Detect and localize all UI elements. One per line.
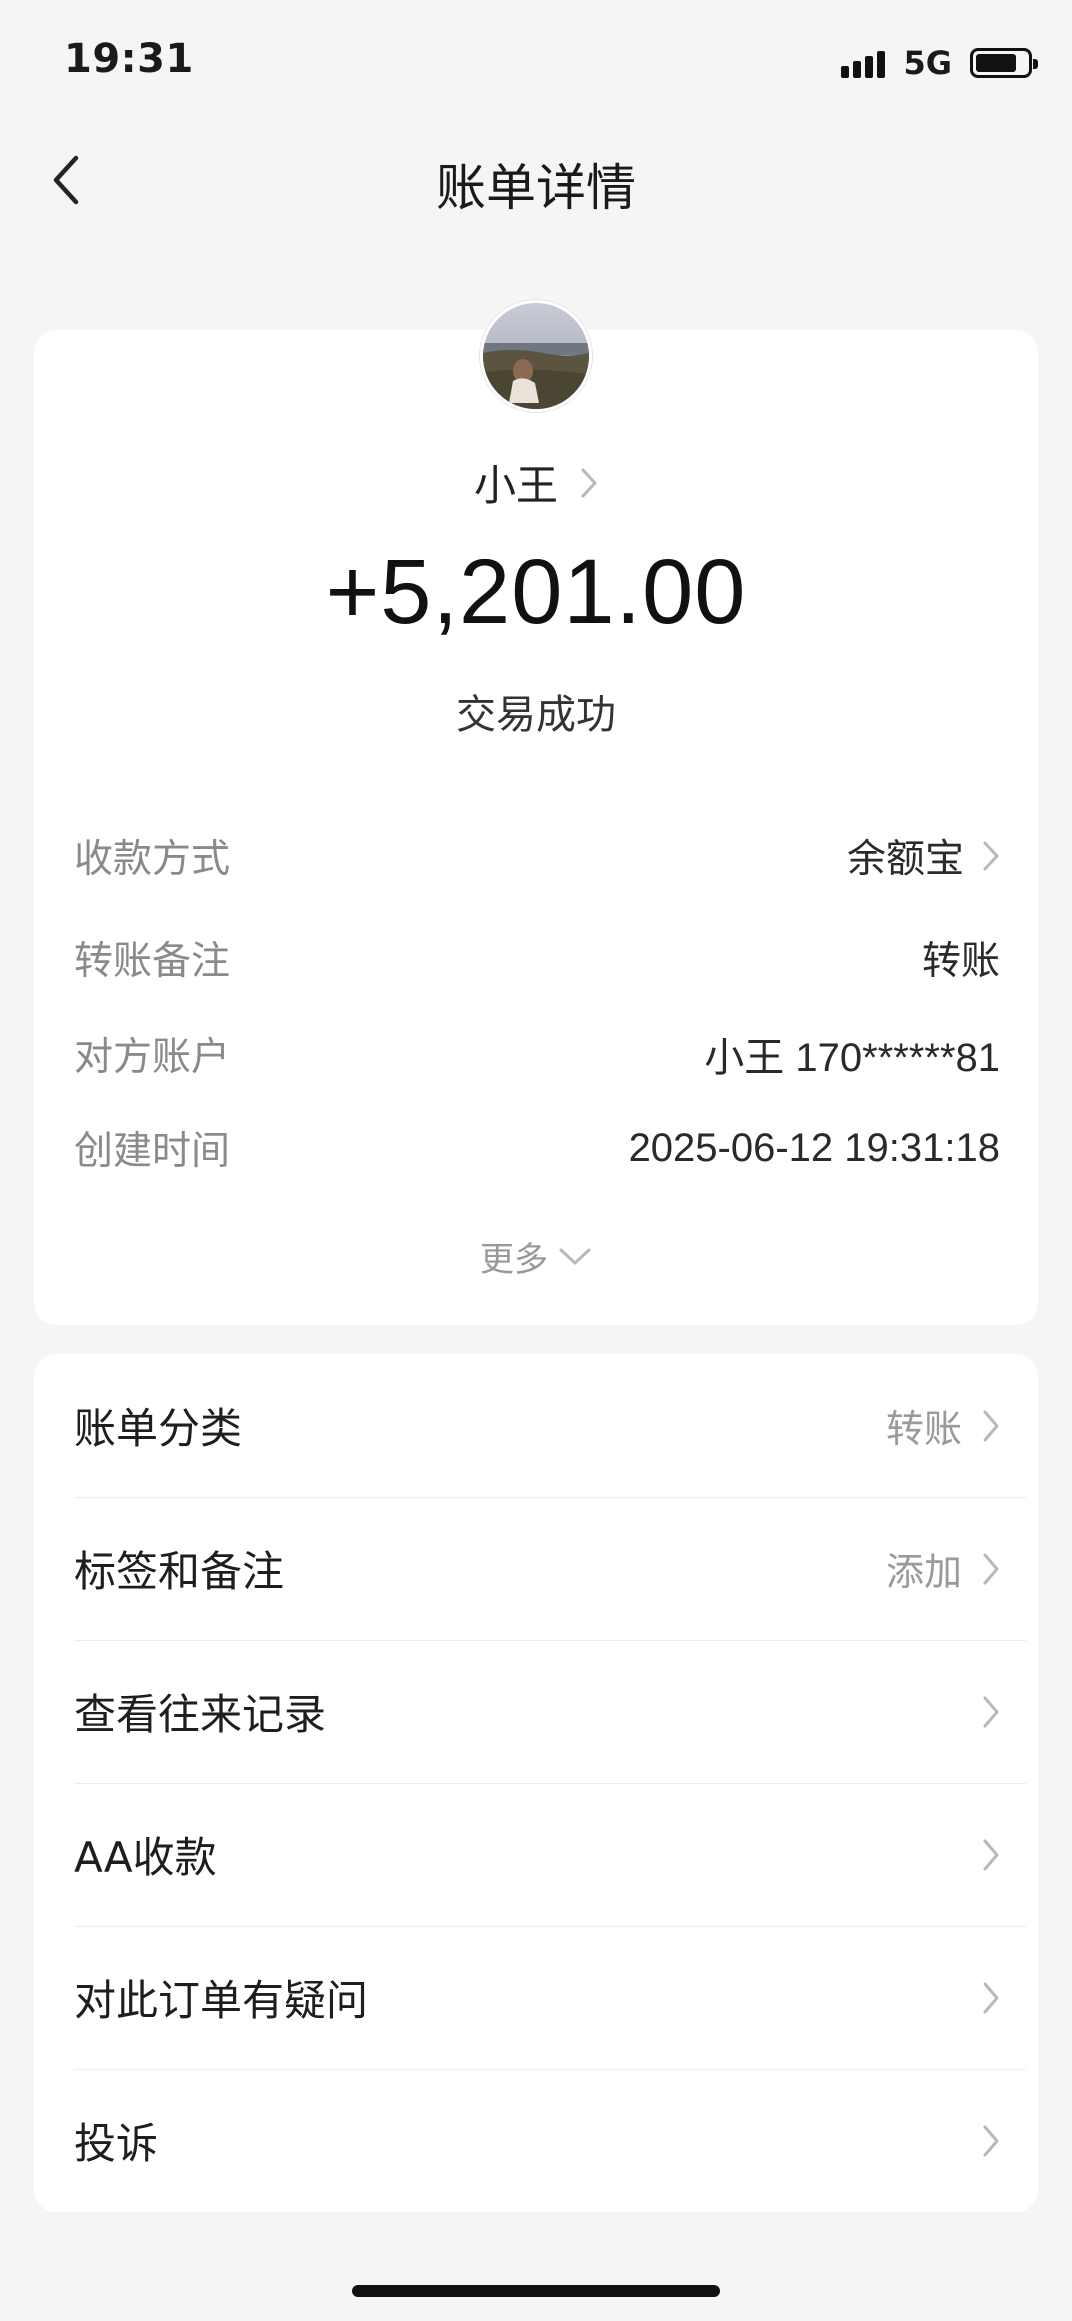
menu-item-transaction-history[interactable]: 查看往来记录 [34,1640,1038,1783]
more-label: 更多 [480,1240,548,1280]
transaction-status: 交易成功 [456,692,616,738]
home-indicator[interactable] [352,2285,720,2297]
chevron-right-icon [983,1839,999,1870]
menu-item-aa-collect[interactable]: AA收款 [34,1783,1038,1926]
chevron-right-icon [983,1553,999,1584]
menu-item-label: 标签和备注 [74,1547,285,1596]
menu-item-complaint[interactable]: 投诉 [34,2069,1038,2212]
menu-item-label: 账单分类 [74,1404,243,1453]
status-indicators: 5G [841,44,1038,82]
detail-value: 余额宝 [846,837,964,882]
battery-icon [970,48,1038,78]
detail-label: 对方账户 [74,1035,231,1080]
payee-name-row[interactable]: 小王 [0,452,1072,513]
chevron-right-icon [581,468,597,497]
detail-label: 转账备注 [74,939,231,984]
status-bar: 19:31 5G [0,0,1072,120]
menu-item-bill-category[interactable]: 账单分类 转账 [34,1354,1038,1497]
detail-value: 2025-06-12 19:31:18 [628,1125,1000,1170]
menu-item-label: 投诉 [74,2119,159,2168]
menu-item-value: 添加 [885,1550,962,1594]
detail-row-remark: 转账备注 转账 [74,928,1000,988]
detail-value: 小王 170******81 [704,1036,1000,1080]
detail-value: 转账 [921,939,1000,984]
chevron-right-icon [983,1696,999,1727]
status-time: 19:31 [64,36,194,82]
payee-name: 小王 [473,461,558,510]
menu-item-label: 对此订单有疑问 [74,1976,369,2025]
transaction-amount: +5,201.00 [325,541,747,643]
network-type: 5G [903,44,952,82]
avatar[interactable] [480,300,592,412]
menu-item-label: AA收款 [74,1833,217,1882]
detail-label: 创建时间 [74,1129,231,1174]
chevron-right-icon [983,2125,999,2156]
page-title: 账单详情 [436,159,636,217]
chevron-down-icon [559,1248,591,1264]
menu-item-order-question[interactable]: 对此订单有疑问 [34,1926,1038,2069]
menu-item-tags-notes[interactable]: 标签和备注 添加 [34,1497,1038,1640]
chevron-right-icon [983,841,999,871]
detail-row-account: 对方账户 小王 170******81 [74,1024,1000,1084]
chevron-right-icon [983,1410,999,1441]
detail-row-payment-method[interactable]: 收款方式 余额宝 [74,826,1000,886]
more-button[interactable]: 更多 [0,1232,1072,1281]
chevron-right-icon [983,1982,999,2013]
menu-card: 账单分类 转账 标签和备注 添加 查看往来记录 AA收款 对此订单有疑问 投诉 [34,1354,1038,2212]
detail-row-created-time: 创建时间 2025-06-12 19:31:18 [74,1118,1000,1178]
detail-label: 收款方式 [74,837,231,882]
signal-icon [841,48,886,78]
nav-bar: 账单详情 [0,120,1072,240]
menu-item-value: 转账 [885,1407,962,1451]
menu-item-label: 查看往来记录 [74,1690,327,1739]
